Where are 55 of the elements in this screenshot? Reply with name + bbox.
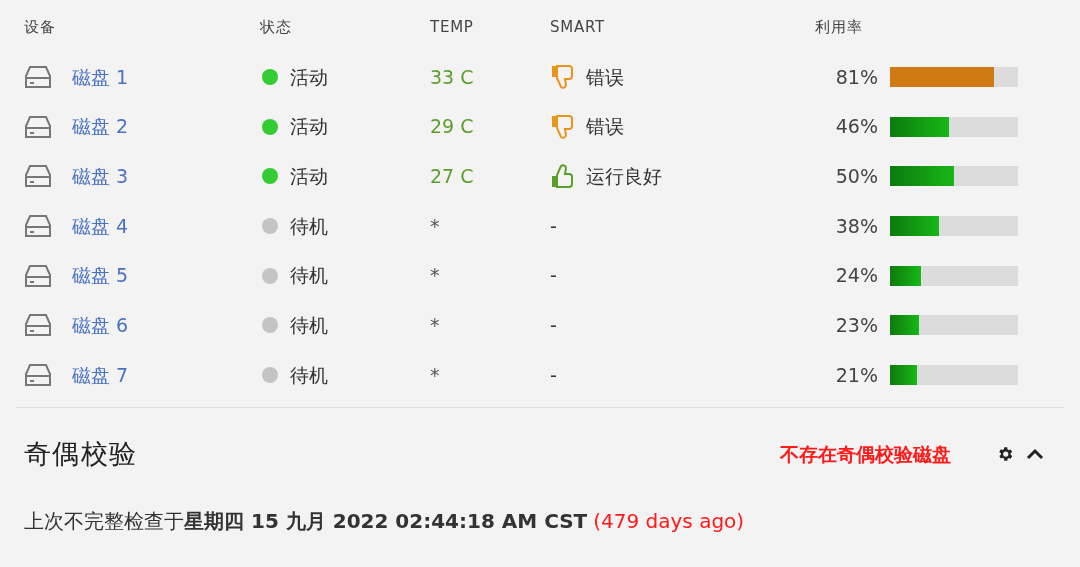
usage-percent: 23% <box>835 313 878 339</box>
temperature-text: * <box>430 313 441 339</box>
warning-text: 不存在奇偶校验磁盘 <box>780 441 951 467</box>
thumbs-up-icon <box>550 163 574 190</box>
smart-status-text: - <box>550 213 557 239</box>
drive-icon <box>24 164 52 189</box>
temperature-text: * <box>430 213 441 239</box>
drive-icon <box>24 64 52 89</box>
status-text: 待机 <box>290 362 328 388</box>
disk-link[interactable]: 磁盘 7 <box>72 360 129 390</box>
drive-icon <box>24 263 52 288</box>
temperature-text: 27 C <box>430 163 475 189</box>
usage-percent: 50% <box>835 163 878 189</box>
usage-percent: 46% <box>835 114 878 140</box>
disk-link[interactable]: 磁盘 1 <box>72 62 129 92</box>
disk-link[interactable]: 磁盘 3 <box>72 161 129 191</box>
thumbs-down-icon <box>550 63 574 90</box>
status-text: 活动 <box>290 114 328 140</box>
disk-link[interactable]: 磁盘 6 <box>72 311 129 340</box>
disk-link[interactable]: 磁盘 5 <box>72 261 129 290</box>
days-ago-text: (479 days ago) <box>593 507 745 535</box>
smart-status-text: 运行良好 <box>586 163 662 189</box>
column-header: TEMP <box>430 16 475 38</box>
drive-icon <box>24 213 52 238</box>
temperature-text: * <box>430 263 441 289</box>
status-text: 待机 <box>290 213 328 239</box>
usage-percent: 21% <box>835 362 878 388</box>
drive-icon <box>24 313 52 338</box>
drive-icon <box>24 114 52 139</box>
smart-status-text: - <box>550 263 557 289</box>
last-check-text: 上次不完整检查于星期四 15 九月 2022 02:44:18 AM CST <box>24 507 588 535</box>
status-text: 活动 <box>290 64 328 90</box>
status-text: 待机 <box>290 263 328 289</box>
usage-percent: 81% <box>835 64 878 90</box>
temperature-text: 29 C <box>430 114 475 140</box>
usage-percent: 38% <box>835 213 878 239</box>
thumbs-down-icon <box>550 113 574 140</box>
temperature-text: * <box>430 362 441 388</box>
status-text: 活动 <box>290 163 328 189</box>
collapse-icon[interactable] <box>1026 447 1044 460</box>
column-header: 状态 <box>260 16 293 38</box>
smart-status-text: 错误 <box>586 114 624 140</box>
smart-status-text: 错误 <box>586 64 624 90</box>
column-header: 利用率 <box>814 16 864 38</box>
disk-link[interactable]: 磁盘 4 <box>72 211 129 241</box>
status-text: 待机 <box>290 313 328 339</box>
smart-status-text: - <box>550 313 557 339</box>
column-header: SMART <box>550 16 606 38</box>
temperature-text: 33 C <box>430 64 475 90</box>
drive-icon <box>24 362 52 387</box>
smart-status-text: - <box>550 362 557 388</box>
column-header: 设备 <box>24 16 57 38</box>
disk-link[interactable]: 磁盘 2 <box>72 112 129 141</box>
usage-percent: 24% <box>835 263 878 289</box>
section-title: 奇偶校验 <box>24 436 138 471</box>
